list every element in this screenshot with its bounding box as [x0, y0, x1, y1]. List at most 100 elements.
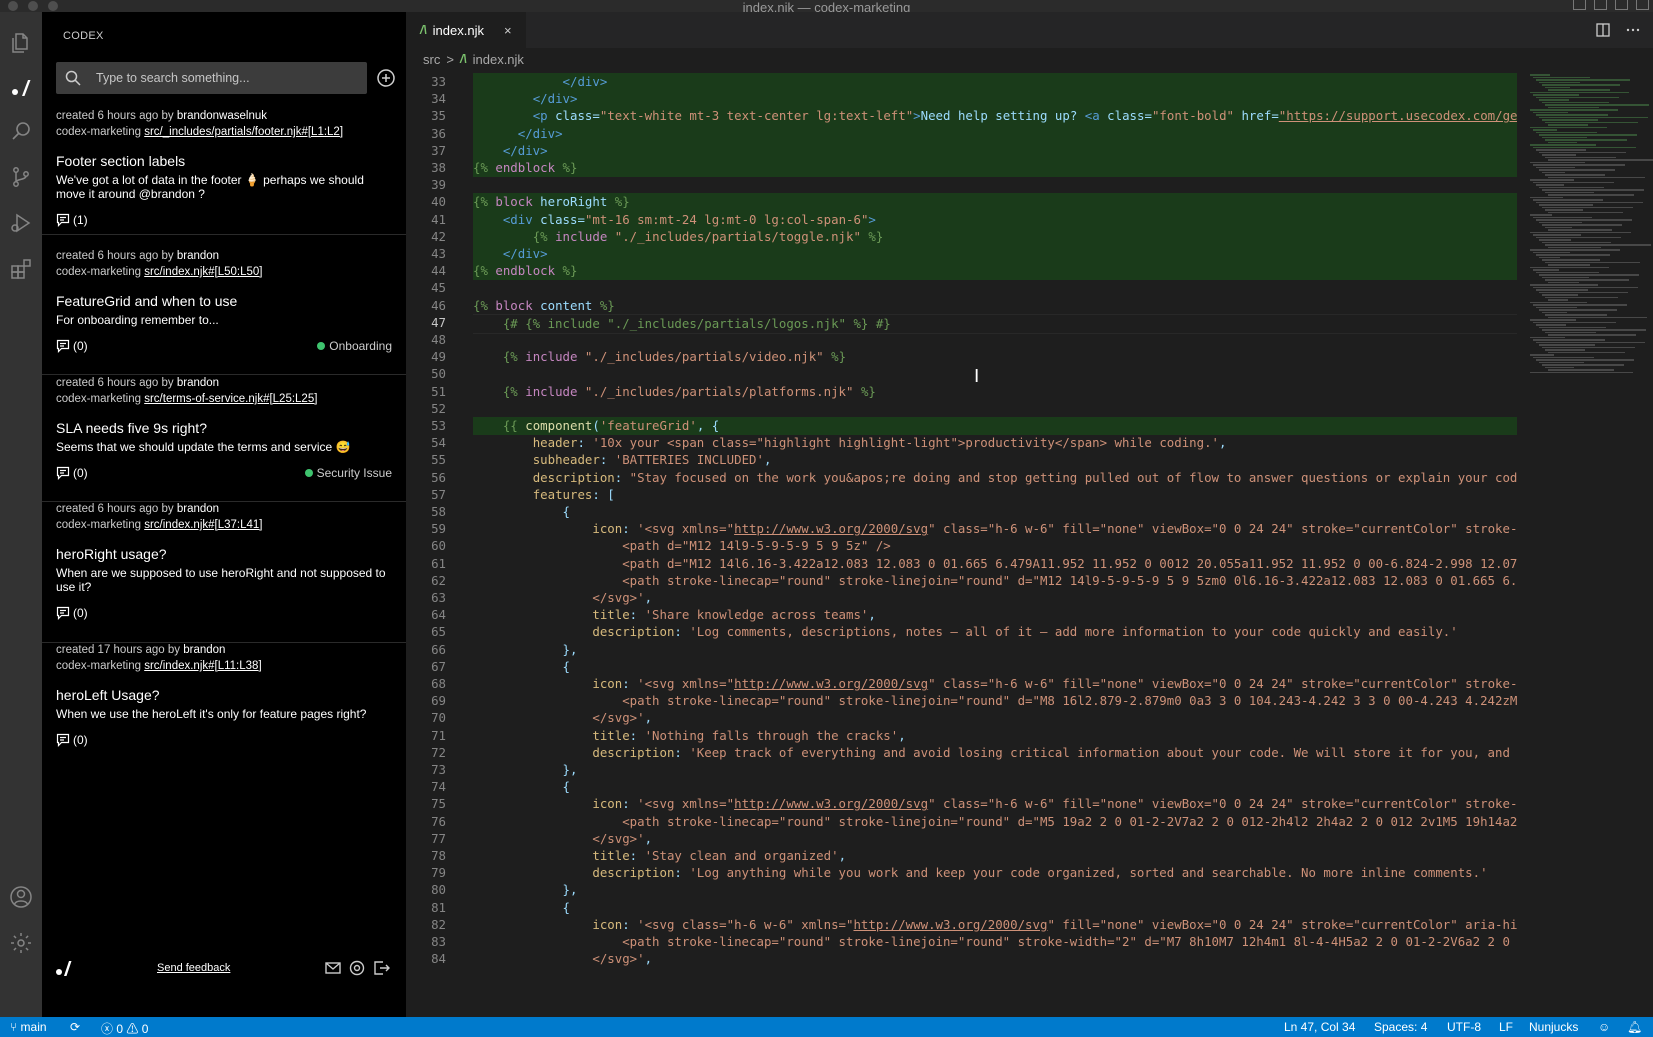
code-line[interactable]: 79 description: 'Log anything while you …	[406, 864, 1522, 882]
comment-card[interactable]: created 6 hours ago by brandonwaselnuk c…	[42, 108, 406, 235]
code-line[interactable]: 80 },	[406, 881, 1522, 899]
code-line[interactable]: 63 </svg>',	[406, 589, 1522, 607]
problems-indicator[interactable]: ⓧ 0 ⚠ 0	[101, 1020, 148, 1037]
code-line[interactable]: 72 description: 'Keep track of everythin…	[406, 744, 1522, 762]
code-line[interactable]: 83 <path stroke-linecap="round" stroke-l…	[406, 933, 1522, 951]
breadcrumb-folder[interactable]: src	[423, 52, 440, 67]
code-line[interactable]: 52	[406, 400, 1522, 418]
language-mode[interactable]: Nunjucks	[1529, 1020, 1578, 1034]
code-editor[interactable]: 33 </div> 34 </div> 35 <p class="text-whit…	[406, 70, 1522, 1017]
run-debug-icon[interactable]	[8, 210, 34, 236]
code-line[interactable]: 55 subheader: 'BATTERIES INCLUDED',	[406, 451, 1522, 469]
code-line[interactable]: 43 </div>	[406, 245, 1522, 263]
code-line[interactable]: 48	[406, 331, 1522, 349]
comment-file-link[interactable]: src/index.njk#[L11:L38]	[144, 660, 261, 672]
code-line[interactable]: 77 </svg>',	[406, 830, 1522, 848]
cursor-position[interactable]: Ln 47, Col 34	[1284, 1020, 1355, 1034]
notifications-bell-icon[interactable]: 🔔︎	[1627, 1020, 1642, 1034]
code-line[interactable]: 46 {% block content %}	[406, 297, 1522, 315]
code-line[interactable]: 74 {	[406, 778, 1522, 796]
manage-gear-icon[interactable]	[8, 930, 34, 956]
code-line[interactable]: 81 {	[406, 899, 1522, 917]
add-comment-icon[interactable]	[376, 68, 396, 88]
code-line[interactable]: 56 description: "Stay focused on the wor…	[406, 469, 1522, 487]
code-line[interactable]: 67 {	[406, 658, 1522, 676]
code-line[interactable]: 59 icon: '<svg xmlns="http://www.w3.org/…	[406, 520, 1522, 538]
comment-card[interactable]: created 6 hours ago by brandon codex-mar…	[42, 501, 406, 643]
extensions-icon[interactable]	[8, 256, 34, 282]
code-line[interactable]: 53●/ {{ component('featureGrid', {	[406, 417, 1522, 435]
more-actions-icon[interactable]	[1625, 22, 1641, 38]
comment-card[interactable]: created 17 hours ago by brandon codex-ma…	[42, 642, 406, 772]
code-line[interactable]: 35 <p class="text-white mt-3 text-center…	[406, 107, 1522, 126]
code-line[interactable]: 70 </svg>',	[406, 709, 1522, 727]
code-line[interactable]: 65 description: 'Log comments, descripti…	[406, 623, 1522, 641]
comment-file-link[interactable]: src/_includes/partials/footer.njk#[L1:L2…	[144, 126, 343, 138]
code-line[interactable]: 60 <path d="M12 14l9-5-9-5-9 5 9 5z" />	[406, 537, 1522, 555]
code-line[interactable]: 42 {% include "./_includes/partials/togg…	[406, 227, 1522, 246]
customize-layout-icon[interactable]	[1636, 0, 1649, 10]
settings-gear-icon[interactable]	[348, 959, 366, 977]
code-line[interactable]: 68 icon: '<svg xmlns="http://www.w3.org/…	[406, 675, 1522, 693]
code-line[interactable]: 41 <div class="mt-16 sm:mt-24 lg:mt-0 lg…	[406, 210, 1522, 229]
source-control-icon[interactable]	[8, 164, 34, 190]
reply-count[interactable]: (0)	[56, 733, 392, 747]
comment-card[interactable]: created 6 hours ago by brandon codex-mar…	[42, 375, 406, 502]
code-line[interactable]: 84 </svg>',	[406, 950, 1522, 968]
send-feedback-link[interactable]: Send feedback	[157, 962, 230, 974]
maximize-window-button[interactable]	[48, 1, 58, 11]
reply-count[interactable]: (0)	[56, 606, 392, 620]
indentation[interactable]: Spaces: 4	[1374, 1020, 1427, 1034]
breadcrumb-file[interactable]: index.njk	[473, 52, 524, 67]
close-window-button[interactable]	[8, 1, 18, 11]
code-line[interactable]: 54 header: '10x your <span class="highli…	[406, 434, 1522, 452]
mail-icon[interactable]	[324, 959, 342, 977]
code-line[interactable]: 51 {% include "./_includes/partials/plat…	[406, 383, 1522, 401]
code-line[interactable]: 37 </div>	[406, 141, 1522, 160]
end-of-line[interactable]: LF	[1499, 1020, 1513, 1034]
label-tag[interactable]: Security Issue	[304, 466, 392, 480]
code-line[interactable]: 38 {% endblock %}	[406, 159, 1522, 177]
code-line[interactable]: 44 {% endblock %}	[406, 262, 1522, 281]
code-line[interactable]: 58 {	[406, 503, 1522, 521]
comment-card[interactable]: created 6 hours ago by brandon codex-mar…	[42, 248, 406, 375]
sign-out-icon[interactable]	[372, 959, 390, 977]
code-line[interactable]: 45	[406, 279, 1522, 297]
code-line[interactable]: 75 icon: '<svg xmlns="http://www.w3.org/…	[406, 795, 1522, 813]
close-tab-icon[interactable]: ×	[504, 23, 512, 38]
code-line[interactable]: 39	[406, 176, 1522, 194]
code-line[interactable]: 76 <path stroke-linecap="round" stroke-l…	[406, 813, 1522, 831]
toggle-sidebar-icon[interactable]	[1573, 0, 1586, 10]
code-line[interactable]: 34 </div>	[406, 90, 1522, 109]
branch-indicator[interactable]: ⑂ main	[10, 1020, 47, 1034]
encoding[interactable]: UTF-8	[1447, 1020, 1481, 1034]
search-input[interactable]	[96, 62, 361, 94]
code-line[interactable]: 82 icon: '<svg class="h-6 w-6" xmlns="ht…	[406, 916, 1522, 934]
code-line[interactable]: 69 <path stroke-linecap="round" stroke-l…	[406, 692, 1522, 710]
code-line[interactable]: 50	[406, 365, 1522, 383]
code-line[interactable]: 71 title: 'Nothing falls through the cra…	[406, 727, 1522, 745]
code-line[interactable]: 40●/{% block heroRight %}	[406, 193, 1522, 212]
code-line[interactable]: 78 title: 'Stay clean and organized',	[406, 847, 1522, 865]
comment-file-link[interactable]: src/terms-of-service.njk#[L25:L25]	[144, 393, 317, 405]
codex-icon[interactable]	[8, 74, 34, 100]
feedback-icon[interactable]: ☺	[1598, 1020, 1610, 1034]
code-line[interactable]: 66 },	[406, 641, 1522, 659]
label-tag[interactable]: Onboarding	[317, 339, 392, 353]
code-line[interactable]: 64 title: 'Share knowledge across teams'…	[406, 606, 1522, 624]
split-editor-icon[interactable]	[1595, 22, 1611, 38]
reply-count[interactable]: (1)	[56, 213, 392, 227]
sync-icon[interactable]: ⟳	[70, 1020, 80, 1034]
comment-file-link[interactable]: src/index.njk#[L50:L50]	[144, 266, 262, 278]
code-line[interactable]: 73 },	[406, 761, 1522, 779]
code-line[interactable]: 36 </div>	[406, 124, 1522, 143]
code-line[interactable]: 57 features: [	[406, 486, 1522, 504]
code-line[interactable]: 47 {# {% include "./_includes/partials/l…	[406, 313, 1522, 334]
comment-file-link[interactable]: src/index.njk#[L37:L41]	[144, 519, 262, 531]
search-icon[interactable]	[8, 118, 34, 144]
explorer-icon[interactable]	[8, 30, 34, 56]
minimize-window-button[interactable]	[28, 1, 38, 11]
code-line[interactable]: 33 </div>	[406, 73, 1522, 91]
accounts-icon[interactable]	[8, 884, 34, 910]
code-line[interactable]: 61 <path d="M12 14l6.16-3.422a12.083 12.…	[406, 555, 1522, 573]
